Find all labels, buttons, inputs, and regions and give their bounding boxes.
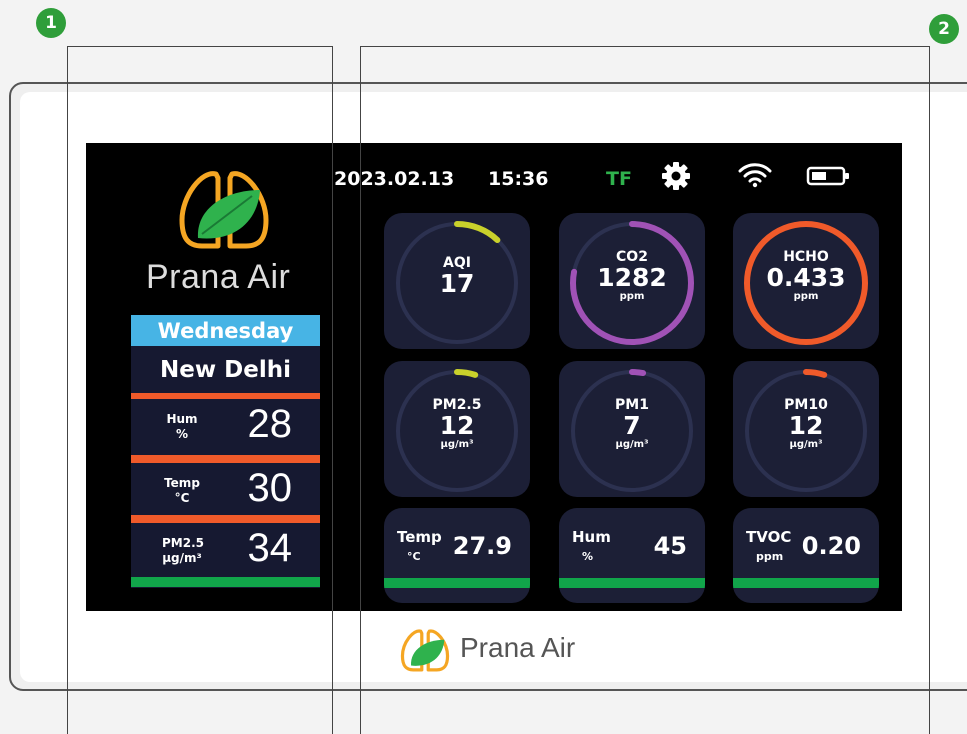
callout-badge-2: 2	[929, 14, 959, 44]
callout-region-2	[360, 46, 930, 734]
callout-badge-1: 1	[36, 8, 66, 38]
product-illustration: 1 2 Prana Air 2023.02.13 15:36 TF Wednes…	[0, 0, 967, 734]
callout-region-1	[67, 46, 333, 734]
